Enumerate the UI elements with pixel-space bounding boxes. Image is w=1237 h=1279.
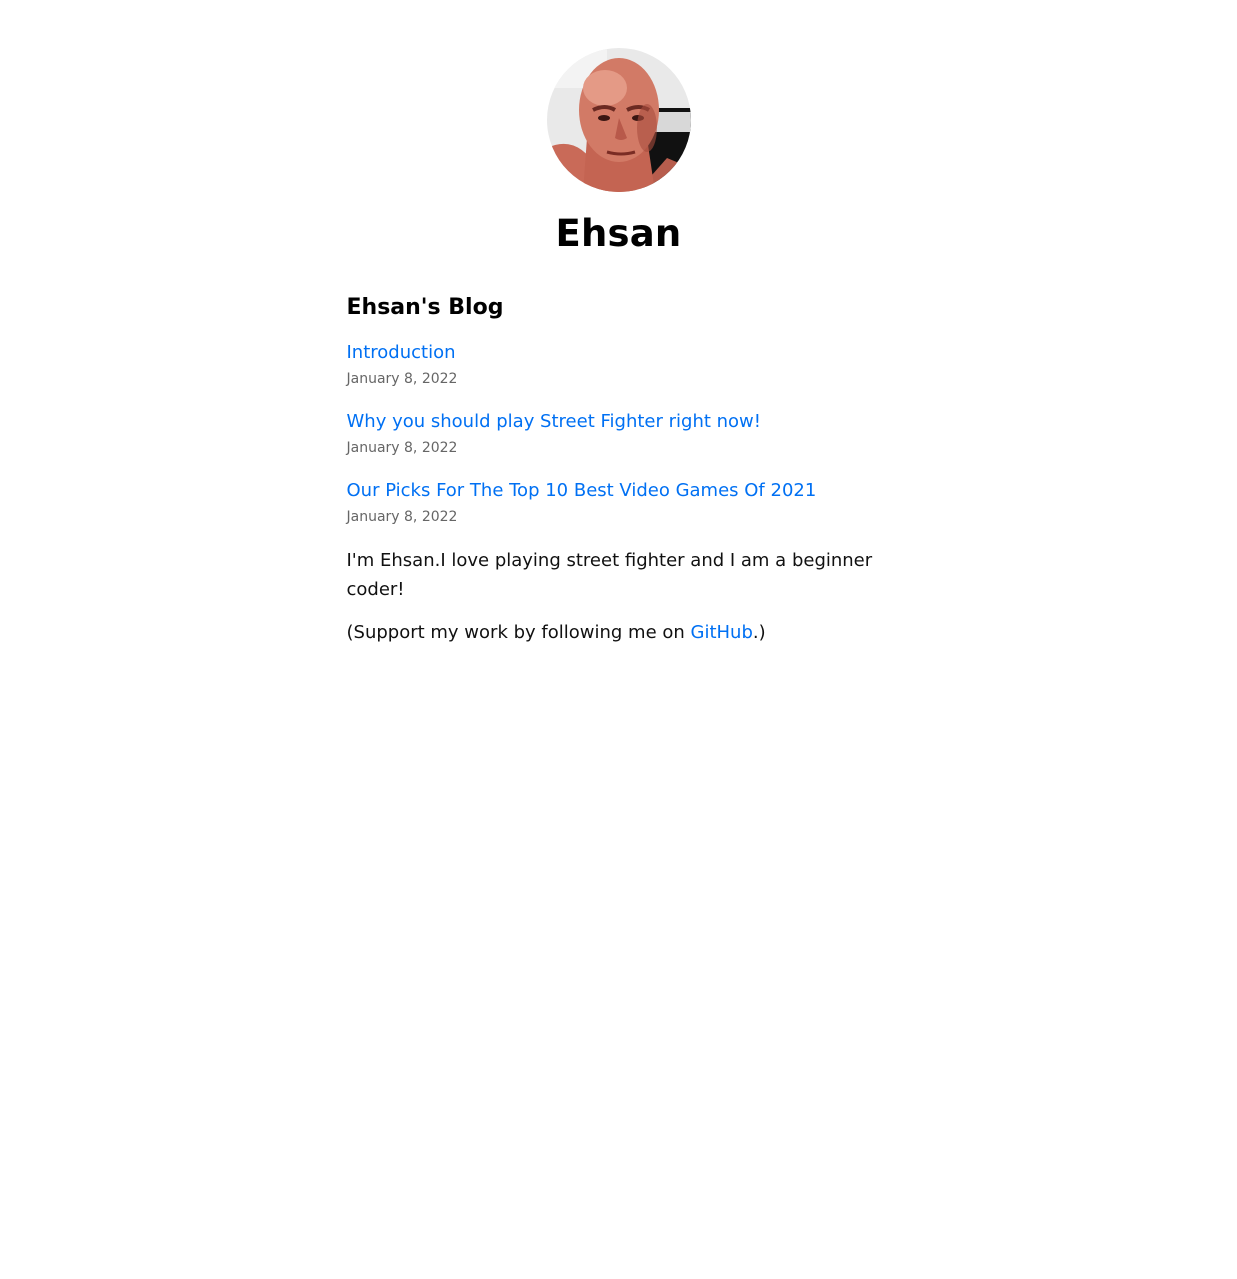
post-link-introduction[interactable]: Introduction xyxy=(347,340,456,365)
post-list-item: Introduction January 8, 2022 xyxy=(347,340,891,387)
post-link-top-10-games[interactable]: Our Picks For The Top 10 Best Video Game… xyxy=(347,478,817,503)
site-header: Ehsan xyxy=(347,48,891,255)
avatar xyxy=(546,48,691,192)
post-list: Introduction January 8, 2022 Why you sho… xyxy=(347,340,891,526)
support-suffix: .) xyxy=(752,621,766,643)
avatar-image xyxy=(546,48,691,192)
post-date: January 8, 2022 xyxy=(346,509,458,526)
post-link-street-fighter[interactable]: Why you should play Street Fighter right… xyxy=(347,409,761,434)
post-date: January 8, 2022 xyxy=(346,440,458,457)
site-title[interactable]: Ehsan xyxy=(347,213,891,255)
main-content: Ehsan's Blog Introduction January 8, 202… xyxy=(347,295,891,648)
support-text: (Support my work by following me on GitH… xyxy=(347,619,891,648)
support-prefix: (Support my work by following me on xyxy=(346,621,691,643)
post-list-item: Our Picks For The Top 10 Best Video Game… xyxy=(347,478,891,525)
post-date: January 8, 2022 xyxy=(346,370,458,387)
bio-text: I'm Ehsan.I love playing street fighter … xyxy=(346,550,873,601)
page-container: Ehsan Ehsan's Blog Introduction January … xyxy=(347,0,891,648)
blog-heading: Ehsan's Blog xyxy=(346,294,504,320)
github-link[interactable]: GitHub xyxy=(691,622,753,643)
post-list-item: Why you should play Street Fighter right… xyxy=(347,409,891,456)
